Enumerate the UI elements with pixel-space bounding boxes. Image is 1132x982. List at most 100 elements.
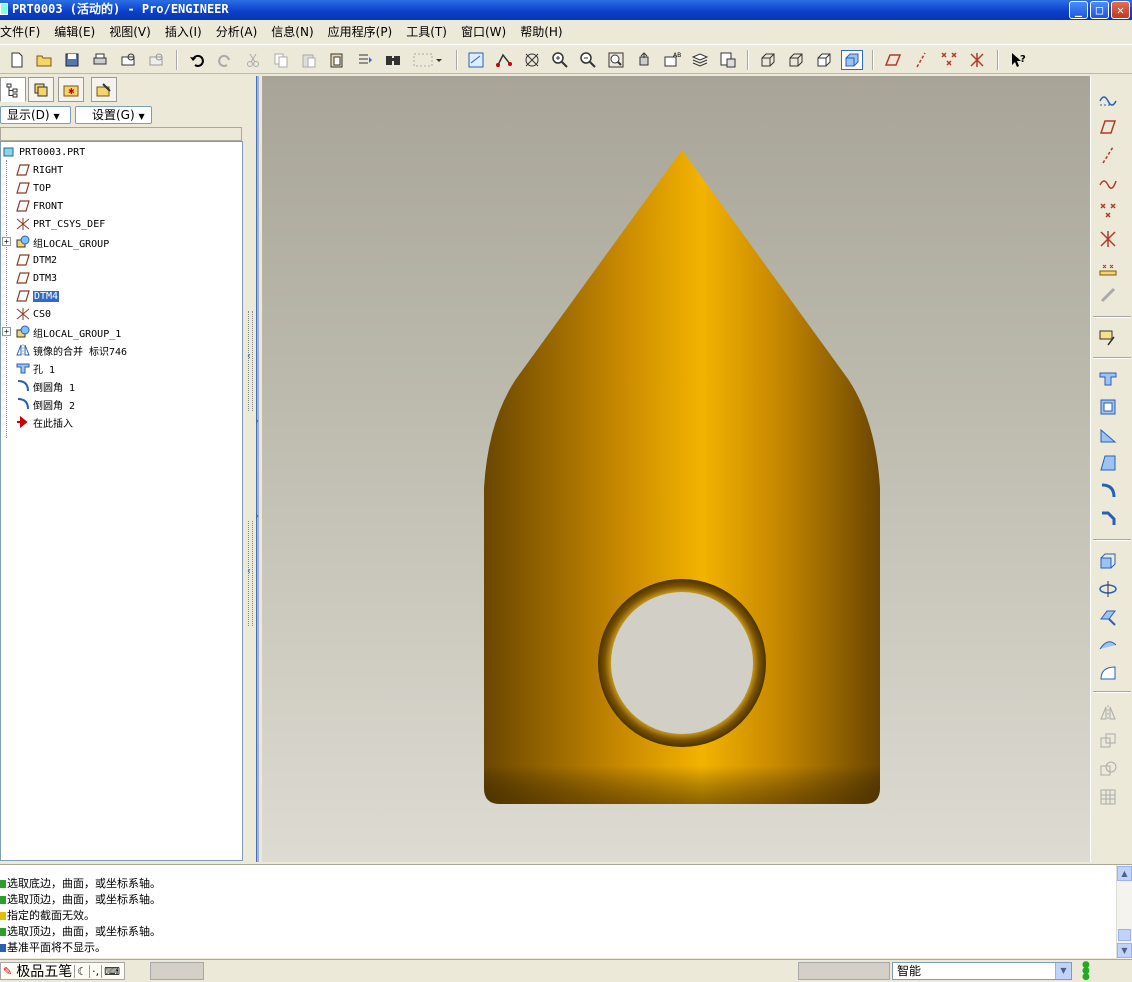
reorient-icon[interactable] bbox=[633, 50, 655, 70]
boundary-tool-icon[interactable] bbox=[1096, 662, 1120, 684]
rib-tool-icon[interactable] bbox=[1096, 424, 1120, 446]
ime-bar[interactable]: ✎ 极品五笔 ☾ ·, ⌨ bbox=[0, 962, 125, 980]
menu-info[interactable]: 信息(N) bbox=[264, 23, 320, 40]
graphics-viewport[interactable] bbox=[262, 76, 1090, 862]
menu-applications[interactable]: 应用程序(P) bbox=[321, 23, 400, 40]
ime-punct-icon[interactable]: ·, bbox=[89, 964, 101, 978]
tree-item[interactable]: RIGHT bbox=[15, 161, 63, 179]
layers-icon[interactable] bbox=[689, 50, 711, 70]
datum-plane-display-icon[interactable] bbox=[465, 50, 487, 70]
menu-help[interactable]: 帮助(H) bbox=[513, 23, 569, 40]
collapse-right-icon[interactable]: › bbox=[255, 511, 259, 522]
ime-logo-icon[interactable]: ✎ bbox=[1, 965, 14, 978]
undo-icon[interactable] bbox=[186, 50, 208, 70]
zoom-in-icon[interactable] bbox=[549, 50, 571, 70]
tree-item[interactable]: PRT_CSYS_DEF bbox=[15, 215, 105, 233]
datum-point-tool-icon[interactable] bbox=[1096, 200, 1120, 222]
menu-tools[interactable]: 工具(T) bbox=[399, 23, 454, 40]
axis-toggle-icon[interactable] bbox=[910, 50, 932, 70]
sketch-datum-icon[interactable] bbox=[1096, 88, 1120, 110]
menu-window[interactable]: 窗口(W) bbox=[454, 23, 513, 40]
tree-column-header[interactable] bbox=[0, 127, 242, 141]
collapse-right-icon[interactable]: › bbox=[255, 416, 259, 427]
tree-item[interactable]: DTM4 bbox=[15, 287, 60, 305]
new-file-icon[interactable] bbox=[6, 50, 28, 70]
tree-item[interactable]: DTM3 bbox=[15, 269, 57, 287]
layer-tree-tab[interactable] bbox=[28, 77, 54, 102]
datum-plane-tool-icon[interactable] bbox=[1096, 116, 1120, 138]
scroll-up-icon[interactable]: ▲ bbox=[1117, 866, 1132, 881]
chain-icon[interactable] bbox=[1096, 284, 1120, 306]
scroll-down-icon[interactable]: ▼ bbox=[1117, 943, 1132, 958]
saved-views-icon[interactable]: AB bbox=[661, 50, 683, 70]
pattern-tool-icon[interactable] bbox=[1096, 786, 1120, 808]
close-button[interactable]: ✕ bbox=[1111, 1, 1130, 19]
context-help-icon[interactable]: ? bbox=[1007, 50, 1029, 70]
round-tool-icon[interactable] bbox=[1096, 480, 1120, 502]
menu-view[interactable]: 视图(V) bbox=[102, 23, 158, 40]
refit-icon[interactable] bbox=[605, 50, 627, 70]
tree-item[interactable]: 孔 1 bbox=[15, 359, 55, 377]
tree-item[interactable]: 在此插入 bbox=[15, 413, 73, 431]
tree-item[interactable]: 倒圆角 1 bbox=[15, 377, 75, 395]
save-icon[interactable] bbox=[61, 50, 83, 70]
hidden-line-icon[interactable] bbox=[785, 50, 807, 70]
print-icon[interactable] bbox=[89, 50, 111, 70]
tree-item[interactable]: 镜像的合并 标识746 bbox=[15, 341, 127, 359]
mail-icon[interactable] bbox=[117, 50, 139, 70]
tree-item[interactable]: FRONT bbox=[15, 197, 63, 215]
ime-moon-icon[interactable]: ☾ bbox=[74, 964, 89, 978]
datum-csys-tool-icon[interactable] bbox=[1096, 228, 1120, 250]
ime-keyboard-icon[interactable]: ⌨ bbox=[101, 964, 122, 978]
point-toggle-icon[interactable] bbox=[938, 50, 960, 70]
sketch-tool-icon[interactable] bbox=[1096, 326, 1120, 348]
wireframe-icon[interactable] bbox=[757, 50, 779, 70]
csys-toggle-icon[interactable] bbox=[966, 50, 988, 70]
datum-axis-tool-icon[interactable] bbox=[1096, 144, 1120, 166]
message-scrollbar[interactable]: ▲ ▼ bbox=[1116, 865, 1132, 959]
settings-dropdown[interactable]: 设置(G) ▼ bbox=[75, 106, 152, 124]
scroll-thumb[interactable] bbox=[1118, 929, 1131, 941]
hole-tool-icon[interactable] bbox=[1096, 368, 1120, 390]
paste-icon[interactable] bbox=[298, 50, 320, 70]
expand-toggle-icon[interactable]: + bbox=[2, 327, 11, 336]
selection-filter[interactable]: 智能 ▼ bbox=[892, 962, 1072, 980]
blend-tool-icon[interactable] bbox=[1096, 634, 1120, 656]
datum-curve-tool-icon[interactable] bbox=[1096, 172, 1120, 194]
menu-analysis[interactable]: 分析(A) bbox=[209, 23, 265, 40]
datum-axis-display-icon[interactable] bbox=[493, 50, 515, 70]
show-dropdown[interactable]: 显示(D) ▼ bbox=[0, 106, 71, 124]
mirror-tool-icon[interactable] bbox=[1096, 702, 1120, 724]
maximize-button[interactable]: □ bbox=[1090, 1, 1109, 19]
part-model[interactable] bbox=[262, 76, 1090, 862]
mail-attach-icon[interactable] bbox=[145, 50, 167, 70]
no-hidden-icon[interactable] bbox=[813, 50, 835, 70]
menu-file[interactable]: 文件(F) bbox=[0, 23, 47, 40]
panel-splitter[interactable]: ‹ › › ‹ bbox=[245, 76, 262, 862]
tree-root[interactable]: PRT0003.PRT bbox=[1, 143, 85, 161]
tree-item[interactable]: CS0 bbox=[15, 305, 51, 323]
find-icon[interactable] bbox=[382, 50, 404, 70]
zoom-out-icon[interactable] bbox=[577, 50, 599, 70]
extrude-tool-icon[interactable] bbox=[1096, 550, 1120, 572]
folder-tab[interactable] bbox=[91, 77, 117, 102]
menu-insert[interactable]: 插入(I) bbox=[158, 23, 209, 40]
select-box-icon[interactable] bbox=[410, 50, 444, 70]
paste-special-icon[interactable] bbox=[326, 50, 348, 70]
tree-item[interactable]: + 组LOCAL_GROUP_1 bbox=[2, 323, 121, 341]
merge-tool-icon[interactable] bbox=[1096, 730, 1120, 752]
trim-tool-icon[interactable] bbox=[1096, 758, 1120, 780]
tree-item[interactable]: DTM2 bbox=[15, 251, 57, 269]
tree-item[interactable]: 倒圆角 2 bbox=[15, 395, 75, 413]
sweep-tool-icon[interactable] bbox=[1096, 606, 1120, 628]
datum-point-display-icon[interactable] bbox=[521, 50, 543, 70]
chevron-down-icon[interactable]: ▼ bbox=[1055, 963, 1071, 979]
collapse-left-icon[interactable]: ‹ bbox=[247, 566, 251, 577]
shading-icon[interactable] bbox=[841, 50, 863, 70]
revolve-tool-icon[interactable] bbox=[1096, 578, 1120, 600]
tree-item[interactable]: + 组LOCAL_GROUP bbox=[2, 233, 109, 251]
cut-icon[interactable] bbox=[242, 50, 264, 70]
minimize-button[interactable]: _ bbox=[1069, 1, 1088, 19]
plane-toggle-icon[interactable] bbox=[882, 50, 904, 70]
favorites-tab[interactable]: ✱ bbox=[58, 77, 84, 102]
